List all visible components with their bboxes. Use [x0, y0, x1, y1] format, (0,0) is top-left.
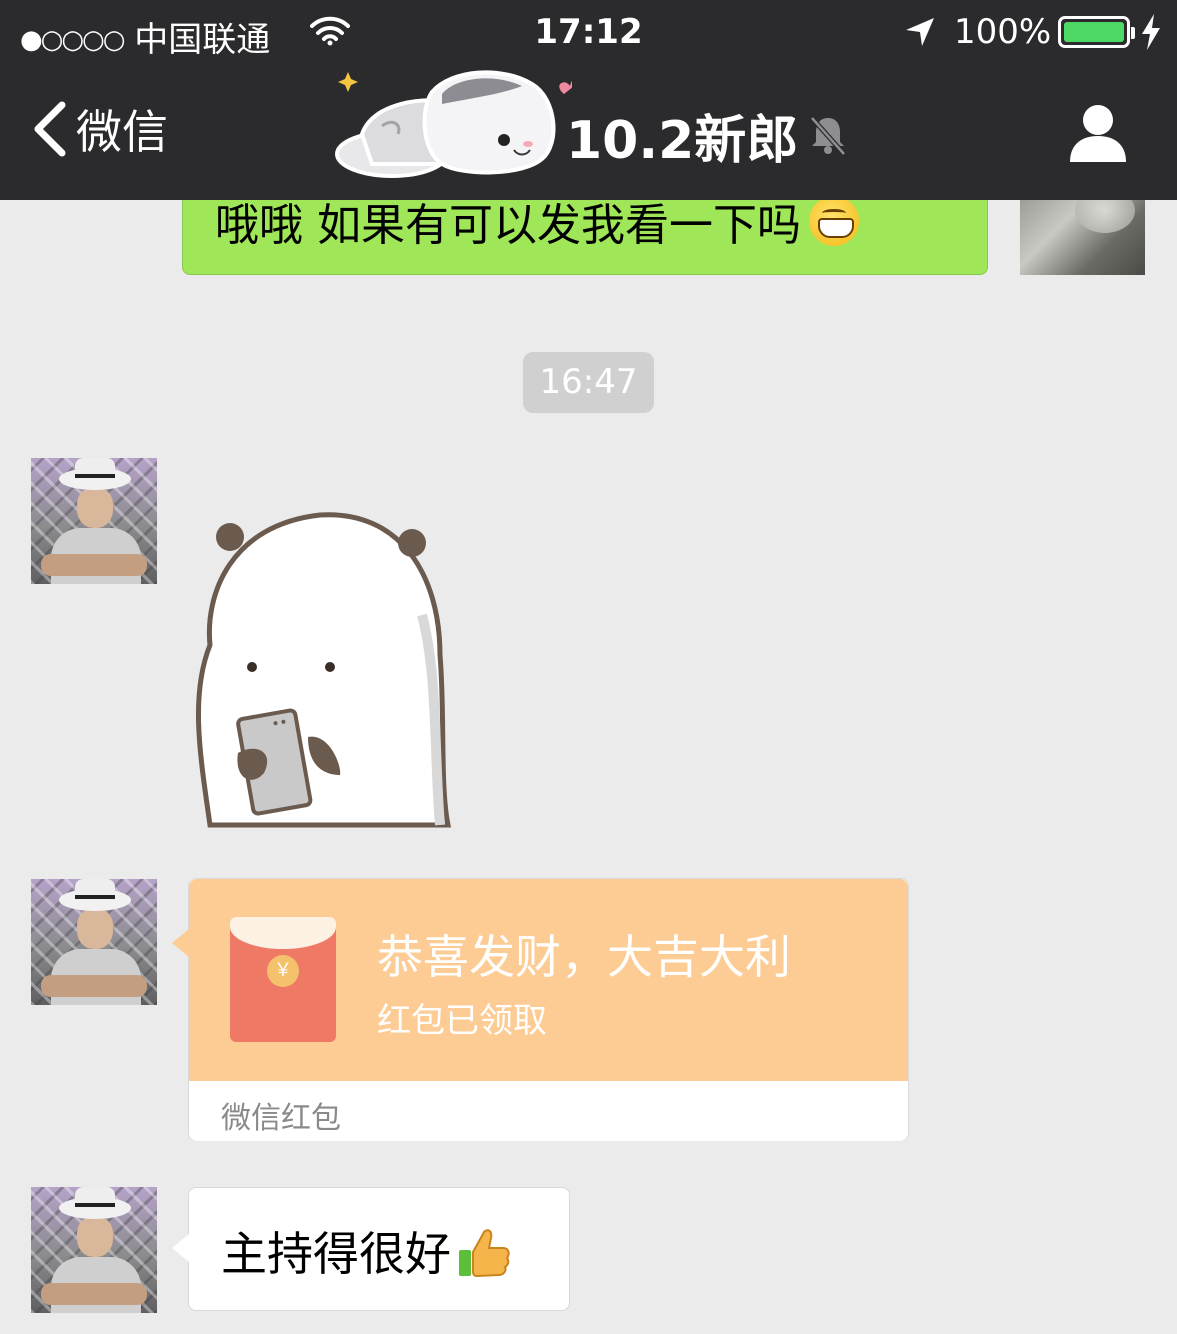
red-packet-status: 红包已领取 — [377, 1001, 547, 1041]
red-envelope-icon: ￥ — [230, 917, 336, 1042]
contact-avatar[interactable] — [31, 879, 157, 1005]
battery-icon — [1058, 16, 1135, 48]
charging-bolt-icon — [1142, 14, 1160, 50]
profile-icon[interactable] — [1066, 100, 1130, 164]
location-arrow-icon — [906, 18, 934, 46]
thumbs-up-emoji-icon — [459, 1229, 510, 1278]
sleeping-cat-sticker — [335, 70, 572, 178]
contact-avatar[interactable] — [31, 458, 157, 584]
status-bar: ●○○○○ 中国联通 17:12 100% — [0, 0, 1177, 64]
incoming-message-bubble[interactable]: 主持得很好 — [172, 1187, 570, 1311]
chat-area[interactable]: 哦哦 如果有可以发我看一下吗 16:47 ￥ 恭喜发财，大吉大利 红包已领取 微… — [0, 0, 1177, 1334]
timestamp-label: 16:47 — [523, 352, 654, 413]
grin-emoji-icon — [809, 196, 859, 246]
red-packet-footer: 微信红包 — [221, 1101, 341, 1136]
outgoing-message-text: 哦哦 如果有可以发我看一下吗 — [215, 200, 801, 251]
back-label: 微信 — [76, 105, 168, 159]
header: ●○○○○ 中国联通 17:12 100% 微信 10.2新郎 — [0, 0, 1177, 200]
contact-avatar[interactable] — [31, 1187, 157, 1313]
battery-percent: 100% — [954, 12, 1052, 52]
bear-phone-sticker[interactable] — [190, 505, 460, 835]
back-chevron-icon — [34, 101, 66, 157]
back-button[interactable]: 微信 — [30, 94, 168, 164]
mute-bell-icon — [810, 116, 846, 156]
nav-bar: 微信 10.2新郎 — [0, 64, 1177, 200]
red-packet-title: 恭喜发财，大吉大利 — [377, 930, 791, 984]
red-packet-card[interactable]: ￥ 恭喜发财，大吉大利 红包已领取 微信红包 — [172, 878, 909, 1141]
incoming-message-text: 主持得很好 — [221, 1227, 451, 1281]
chat-title: 10.2新郎 — [566, 111, 799, 171]
